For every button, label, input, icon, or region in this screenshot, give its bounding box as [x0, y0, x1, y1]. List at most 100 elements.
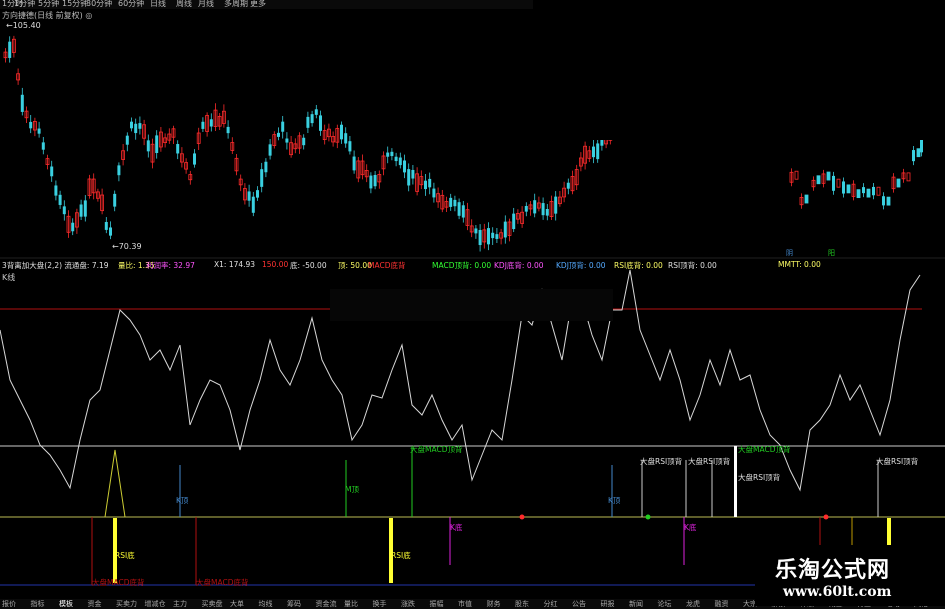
candle-body — [804, 194, 809, 204]
indicator-bar: 3背离加大盘(2,2) 流通盘: 7.19 量比: 1.35 利润率: 32.97 X… — [0, 260, 945, 270]
candle-body — [386, 152, 390, 157]
candle-body — [846, 184, 851, 194]
candle-body — [369, 175, 373, 189]
candle-body — [71, 222, 75, 232]
indicator-item-7: MACD底背 — [368, 261, 406, 270]
bottom-tab-11[interactable]: 资金流 — [316, 599, 337, 609]
bottom-tab-6[interactable]: 主力 — [173, 599, 187, 609]
sub-chart-label: K线 — [2, 273, 16, 282]
label-rsi-bottom-a: RSI底 — [115, 550, 135, 560]
bottom-tab-18[interactable]: 股东 — [515, 599, 529, 609]
candle-body — [394, 156, 398, 162]
bottom-tab-23[interactable]: 论坛 — [658, 599, 672, 609]
candle-body — [545, 209, 549, 216]
signal-dot-0 — [519, 514, 525, 520]
candle-body — [912, 150, 915, 162]
candle-body — [592, 146, 595, 158]
candle-body — [449, 197, 453, 207]
label-k-top-a: K顶 — [176, 496, 189, 505]
bottom-tab-0[interactable]: 报价 — [2, 599, 16, 609]
candle-body — [146, 140, 150, 152]
label-rsi-top-b: 大盘RSI顶背 — [688, 456, 731, 466]
bottom-tab-1[interactable]: 指标 — [31, 599, 45, 609]
candle-body — [533, 200, 537, 214]
candle-body — [130, 121, 133, 129]
candle-body — [491, 232, 495, 239]
indicator-item-9: KDJ底背: 0.00 — [494, 261, 544, 270]
bottom-tab-14[interactable]: 涨跌 — [401, 599, 415, 609]
candle-body — [138, 123, 142, 129]
candle-body — [474, 228, 478, 234]
label-k-bottom-b: K底 — [684, 522, 697, 532]
bottom-tab-10[interactable]: 筹码 — [287, 599, 301, 609]
candle-body — [54, 185, 58, 196]
candle-body — [125, 135, 129, 145]
label-k-bottom-a: K底 — [450, 522, 463, 532]
bottom-tab-12[interactable]: 量比 — [344, 599, 358, 609]
candle-body — [302, 137, 306, 146]
candle-body — [155, 135, 159, 154]
candle-body — [487, 228, 490, 245]
blackout-region-middle — [330, 289, 613, 321]
candle-body — [281, 121, 285, 132]
bottom-tab-2[interactable]: 模板 — [59, 599, 73, 609]
label-rsi-top-c: 大盘RSI顶背 — [738, 472, 781, 482]
bottom-tab-4[interactable]: 买卖力 — [116, 599, 137, 609]
candle-body — [264, 161, 268, 173]
bottom-tab-9[interactable]: 均线 — [259, 599, 273, 609]
label-macd-top-b: 大盘MACD顶背 — [738, 444, 791, 454]
candle-body — [916, 148, 921, 158]
candle-body — [886, 196, 891, 206]
candle-body — [503, 221, 507, 238]
bottom-tab-24[interactable]: 龙虎 — [686, 599, 700, 609]
marker-left: 阴 — [786, 248, 793, 257]
candle-body — [872, 186, 875, 196]
candle-body — [285, 138, 289, 143]
bottom-tab-3[interactable]: 资金 — [88, 599, 102, 609]
bottom-tab-16[interactable]: 市值 — [458, 599, 472, 609]
candle-body — [104, 221, 108, 230]
bottom-tab-25[interactable]: 融资 — [715, 599, 729, 609]
candle-body — [411, 169, 415, 179]
bottom-tab-15[interactable]: 振幅 — [430, 599, 444, 609]
bottom-tab-13[interactable]: 换手 — [373, 599, 387, 609]
candle-body — [862, 187, 865, 194]
candle-body — [896, 178, 901, 188]
candle-body — [398, 157, 402, 166]
bottom-tab-20[interactable]: 公告 — [572, 599, 586, 609]
candle-body — [876, 186, 881, 196]
candle-body — [37, 128, 41, 134]
candle-body — [260, 169, 264, 187]
candle-body — [340, 124, 343, 140]
indicator-item-12: RSI顶背: 0.00 — [668, 261, 717, 270]
candle-body — [453, 199, 457, 207]
bottom-tab-5[interactable]: 增减仓 — [145, 599, 166, 609]
bottom-tab-22[interactable]: 新闻 — [629, 599, 643, 609]
price-low-value: 70.39 — [118, 242, 142, 251]
bottom-tab-8[interactable]: 大单 — [230, 599, 244, 609]
signal-dot-1 — [645, 514, 651, 520]
candle-body — [424, 180, 427, 190]
bottom-tab-7[interactable]: 买卖盘 — [202, 599, 223, 609]
label-macd-top-a: 大盘MACD顶背 — [410, 444, 463, 454]
bottom-tab-21[interactable]: 研报 — [601, 599, 615, 609]
candle-body — [256, 190, 259, 198]
candle-body — [407, 169, 411, 186]
watermark-title: 乐淘公式网 — [775, 557, 891, 583]
candle-body — [920, 139, 923, 153]
label-macd-bottom-b: 大盘MACD底背 — [196, 577, 249, 587]
candle-body — [83, 200, 87, 217]
candle-body — [314, 109, 318, 115]
watermark: 乐淘公式网 www.60lt.com — [755, 546, 945, 606]
bottom-tab-19[interactable]: 分红 — [544, 599, 558, 609]
label-rsi-bottom-b: RSI底 — [391, 550, 411, 560]
candle-body — [117, 165, 121, 176]
indicator-item-2: 利润率: 32.97 — [146, 261, 195, 270]
candle-body — [856, 189, 861, 199]
candle-body — [62, 206, 66, 215]
watermark-url: www.60lt.com — [783, 584, 892, 600]
label-k-top-b: K顶 — [608, 496, 621, 505]
bottom-tab-17[interactable]: 财务 — [487, 599, 501, 609]
candle-body — [193, 153, 196, 165]
candle-body — [268, 144, 272, 156]
